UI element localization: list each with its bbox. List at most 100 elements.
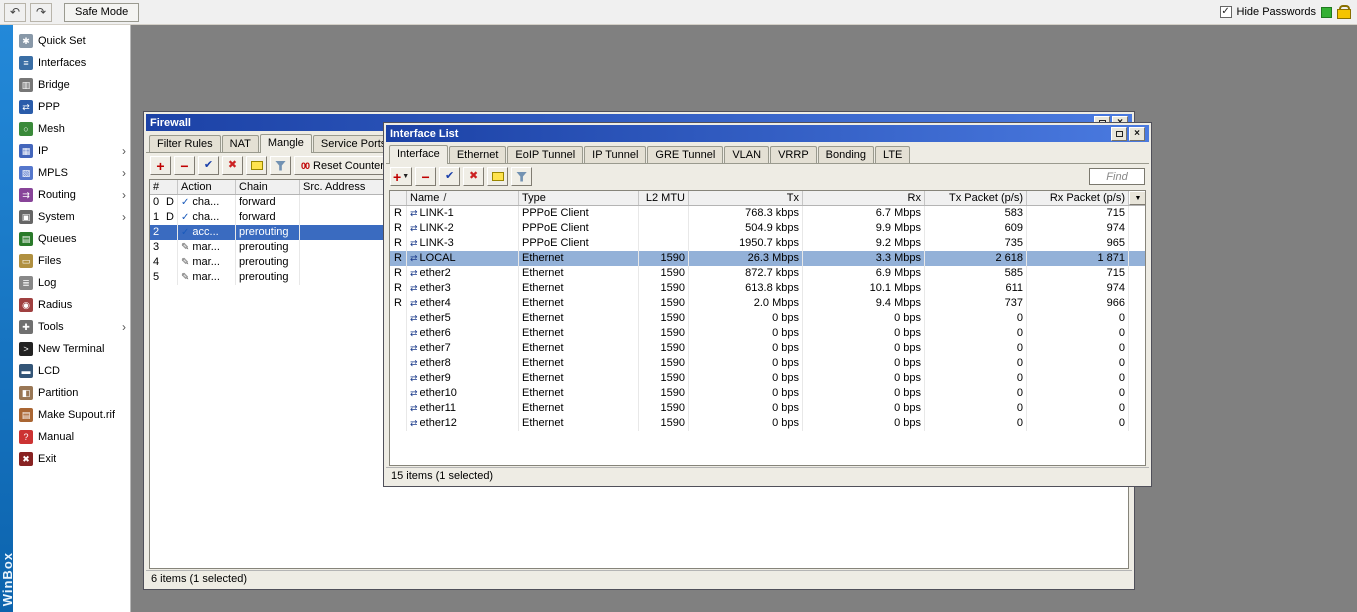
sidebar-item-make-supout-rif[interactable]: ▤Make Supout.rif <box>13 404 130 426</box>
firewall-disable-button[interactable]: ✖ <box>222 156 243 175</box>
interface-enable-button[interactable]: ✔ <box>439 167 460 186</box>
safe-mode-button[interactable]: Safe Mode <box>64 3 139 22</box>
redo-button[interactable]: ↷ <box>30 3 52 22</box>
column-header-flags[interactable] <box>390 191 407 205</box>
interface-row[interactable]: ⇄ether5Ethernet15900 bps0 bps00 <box>390 311 1145 326</box>
sidebar-item-quick-set[interactable]: ✱Quick Set <box>13 30 130 52</box>
sidebar-item-routing[interactable]: ⇉Routing› <box>13 184 130 206</box>
interface-row[interactable]: R⇄ether4Ethernet15902.0 Mbps9.4 Mbps7379… <box>390 296 1145 311</box>
interface-spacer-cell <box>1129 206 1145 221</box>
sidebar-item-new-terminal[interactable]: >New Terminal <box>13 338 130 360</box>
column-header-name[interactable]: Name/ <box>407 191 519 205</box>
sidebar-item-label: Quick Set <box>38 35 86 47</box>
column-chooser-button[interactable]: ▼ <box>1129 191 1146 205</box>
interface-list-window-title: Interface List <box>390 128 458 140</box>
interface-list-close-button[interactable]: × <box>1129 127 1145 141</box>
interface-row[interactable]: R⇄LOCALEthernet159026.3 Mbps3.3 Mbps2 61… <box>390 251 1145 266</box>
interface-row[interactable]: R⇄ether3Ethernet1590613.8 kbps10.1 Mbps6… <box>390 281 1145 296</box>
hide-passwords-checkbox[interactable]: ✓ <box>1220 6 1232 18</box>
interface-tab-ip-tunnel[interactable]: IP Tunnel <box>584 146 646 163</box>
interface-list-titlebar[interactable]: Interface List × <box>386 125 1149 142</box>
column-header-chain[interactable]: Chain <box>236 180 300 194</box>
sidebar-item-tools[interactable]: ✚Tools› <box>13 316 130 338</box>
column-header-rx[interactable]: Rx <box>803 191 925 205</box>
sidebar-item-mpls[interactable]: ▧MPLS› <box>13 162 130 184</box>
interface-filter-button[interactable] <box>511 167 532 186</box>
column-header-tx[interactable]: Tx <box>689 191 803 205</box>
rule-chain-cell: prerouting <box>236 240 300 255</box>
interface-tx-packet-cell: 0 <box>925 341 1027 356</box>
interface-row[interactable]: R⇄LINK-1PPPoE Client768.3 kbps6.7 Mbps58… <box>390 206 1145 221</box>
interface-add-button[interactable]: +▼ <box>390 167 412 186</box>
firewall-add-button[interactable]: + <box>150 156 171 175</box>
column-header-rx-packet-p-s[interactable]: Rx Packet (p/s) <box>1027 191 1129 205</box>
sidebar-item-system[interactable]: ▣System› <box>13 206 130 228</box>
interface-name: ether10 <box>420 387 457 399</box>
rule-chain-cell: prerouting <box>236 255 300 270</box>
sidebar-item-partition[interactable]: ◧Partition <box>13 382 130 404</box>
rule-action-cell: ✎mar... <box>178 240 236 255</box>
sidebar-item-bridge[interactable]: ▥Bridge <box>13 74 130 96</box>
sidebar-item-ppp[interactable]: ⇄PPP <box>13 96 130 118</box>
firewall-tab-nat[interactable]: NAT <box>222 135 259 152</box>
sidebar-item-log[interactable]: ≣Log <box>13 272 130 294</box>
interface-row[interactable]: ⇄ether8Ethernet15900 bps0 bps00 <box>390 356 1145 371</box>
interface-tab-vlan[interactable]: VLAN <box>724 146 769 163</box>
column-header-tx-packet-p-s[interactable]: Tx Packet (p/s) <box>925 191 1027 205</box>
column-header-action[interactable]: Action <box>178 180 236 194</box>
interface-disable-button[interactable]: ✖ <box>463 167 484 186</box>
interface-tab-eoip-tunnel[interactable]: EoIP Tunnel <box>507 146 583 163</box>
find-input[interactable] <box>1089 168 1145 185</box>
interface-tx-packet-cell: 609 <box>925 221 1027 236</box>
sidebar-item-manual[interactable]: ?Manual <box>13 426 130 448</box>
firewall-tab-mangle[interactable]: Mangle <box>260 134 312 153</box>
routing-icon: ⇉ <box>19 188 33 202</box>
interface-row[interactable]: R⇄ether2Ethernet1590872.7 kbps6.9 Mbps58… <box>390 266 1145 281</box>
interface-row[interactable]: R⇄LINK-2PPPoE Client504.9 kbps9.9 Mbps60… <box>390 221 1145 236</box>
interface-tab-interface[interactable]: Interface <box>389 145 448 164</box>
interface-list-maximize-button[interactable] <box>1111 127 1127 141</box>
rule-chain-cell: prerouting <box>236 270 300 285</box>
firewall-tab-filter-rules[interactable]: Filter Rules <box>149 135 221 152</box>
sidebar-item-mesh[interactable]: ○Mesh <box>13 118 130 140</box>
interface-row[interactable]: ⇄ether9Ethernet15900 bps0 bps00 <box>390 371 1145 386</box>
reset-counters-button[interactable]: 00 Reset Counters <box>294 156 396 175</box>
sidebar-item-interfaces[interactable]: ≡Interfaces <box>13 52 130 74</box>
firewall-remove-button[interactable]: − <box>174 156 195 175</box>
interface-type-cell: Ethernet <box>519 341 639 356</box>
interface-rx-cell: 0 bps <box>803 311 925 326</box>
interface-type-icon: ⇄ <box>410 373 418 383</box>
interface-row[interactable]: ⇄ether6Ethernet15900 bps0 bps00 <box>390 326 1145 341</box>
interface-rx-cell: 6.9 Mbps <box>803 266 925 281</box>
interface-remove-button[interactable]: − <box>415 167 436 186</box>
column-header-l2-mtu[interactable]: L2 MTU <box>639 191 689 205</box>
column-header-[interactable]: # <box>150 180 178 194</box>
sidebar-item-queues[interactable]: ▤Queues <box>13 228 130 250</box>
sidebar-item-radius[interactable]: ◉Radius <box>13 294 130 316</box>
interface-tab-ethernet[interactable]: Ethernet <box>449 146 507 163</box>
interface-tx-packet-cell: 0 <box>925 416 1027 431</box>
accept-action-icon: ✓ <box>181 212 189 223</box>
firewall-filter-button[interactable] <box>270 156 291 175</box>
column-header-src-address[interactable]: Src. Address <box>300 180 386 194</box>
column-header-type[interactable]: Type <box>519 191 639 205</box>
undo-button[interactable]: ↶ <box>4 3 26 22</box>
interface-row[interactable]: R⇄LINK-3PPPoE Client1950.7 kbps9.2 Mbps7… <box>390 236 1145 251</box>
interface-tab-gre-tunnel[interactable]: GRE Tunnel <box>647 146 723 163</box>
interface-tab-vrrp[interactable]: VRRP <box>770 146 817 163</box>
sidebar-item-files[interactable]: ▭Files <box>13 250 130 272</box>
interface-tab-lte[interactable]: LTE <box>875 146 910 163</box>
interface-row[interactable]: ⇄ether11Ethernet15900 bps0 bps00 <box>390 401 1145 416</box>
interface-tab-bonding[interactable]: Bonding <box>818 146 874 163</box>
sidebar-item-lcd[interactable]: ▬LCD <box>13 360 130 382</box>
interface-comment-button[interactable] <box>487 167 508 186</box>
interface-row[interactable]: ⇄ether12Ethernet15900 bps0 bps00 <box>390 416 1145 431</box>
sidebar-item-ip[interactable]: ▦IP› <box>13 140 130 162</box>
submenu-arrow-icon: › <box>122 145 126 157</box>
interface-rx-packet-cell: 974 <box>1027 281 1129 296</box>
firewall-enable-button[interactable]: ✔ <box>198 156 219 175</box>
sidebar-item-exit[interactable]: ✖Exit <box>13 448 130 470</box>
firewall-comment-button[interactable] <box>246 156 267 175</box>
interface-row[interactable]: ⇄ether10Ethernet15900 bps0 bps00 <box>390 386 1145 401</box>
interface-row[interactable]: ⇄ether7Ethernet15900 bps0 bps00 <box>390 341 1145 356</box>
